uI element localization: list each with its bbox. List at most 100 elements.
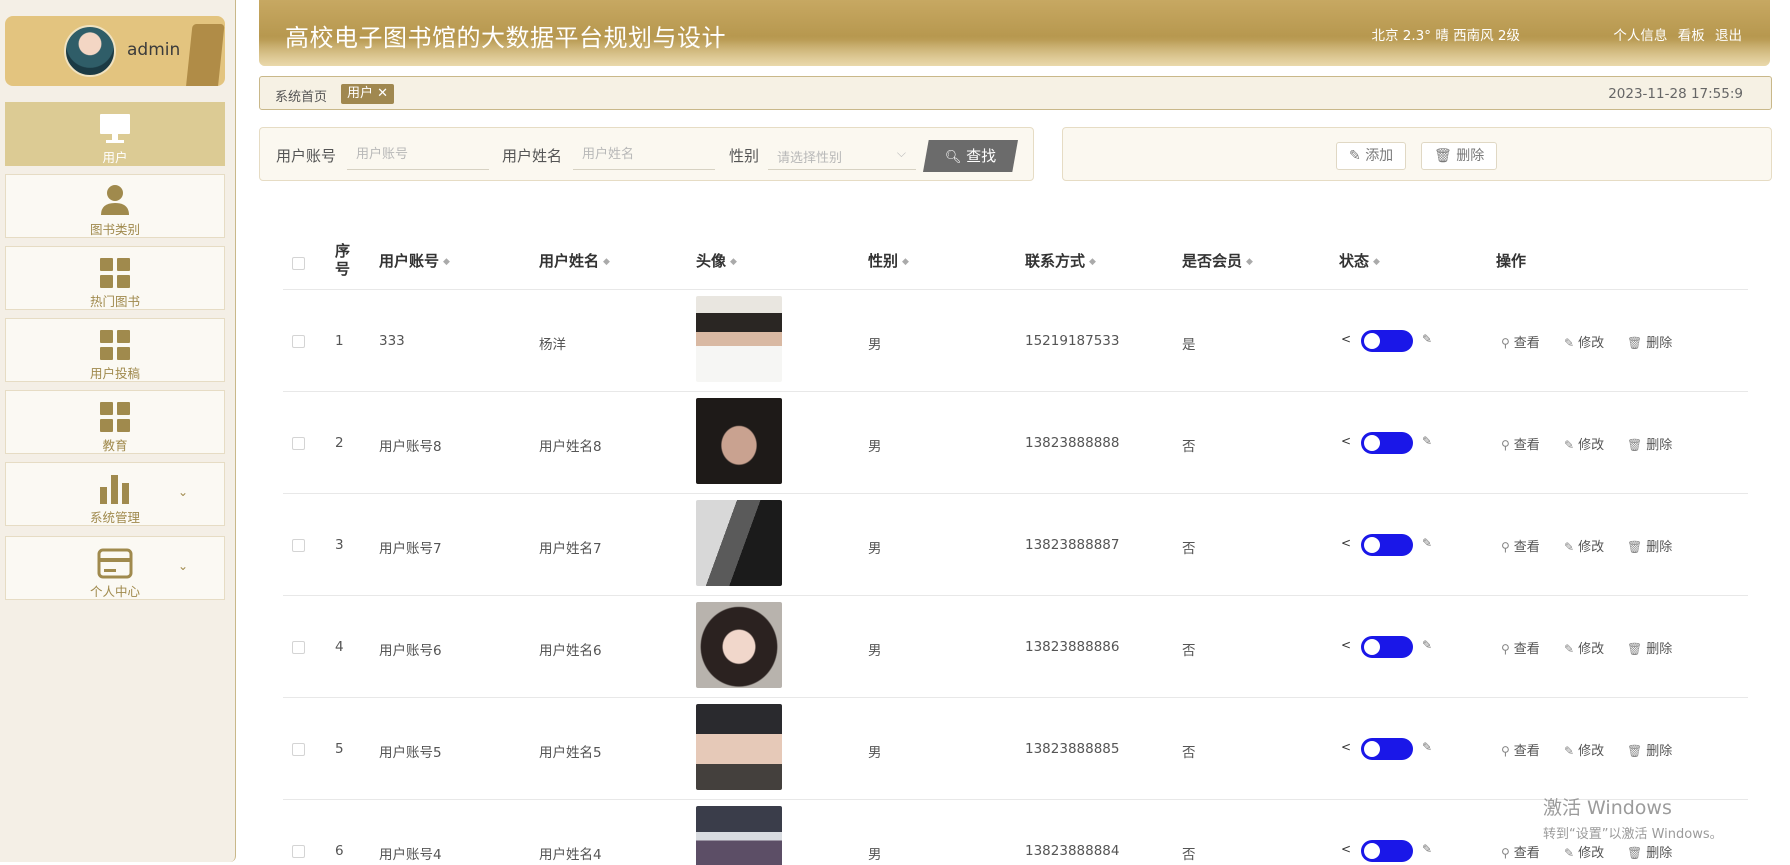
status-toggle[interactable] — [1361, 432, 1413, 454]
edit-icon: ✎ — [1564, 336, 1575, 350]
view-button[interactable]: ⚲ 查看 — [1501, 638, 1540, 657]
user-table: 序号 用户账号 ◆ 用户姓名 ◆ 头像 ◆ 性别 ◆ 联系方式 ◆ 是否会员 ◆ 状态 ◆ 操… — [283, 230, 1748, 865]
sort-icon[interactable]: ◆ — [1246, 257, 1253, 267]
avatar[interactable] — [64, 25, 116, 77]
gender-label: 性别 — [729, 147, 760, 165]
user-photo[interactable] — [696, 398, 782, 484]
delete-button[interactable]: 🗑︎ 删除 — [1627, 332, 1672, 351]
cell-phone: 13823888888 — [1025, 435, 1120, 451]
trash-icon: 🗑︎ — [1627, 642, 1643, 656]
delete-button[interactable]: 🗑︎ 删除 — [1627, 434, 1672, 453]
edit-button[interactable]: ✎ 修改 — [1564, 638, 1604, 657]
cell-account: 用户账号5 — [379, 745, 442, 761]
sidebar-item-label: 教育 — [102, 438, 128, 453]
status-toggle[interactable] — [1361, 636, 1413, 658]
batch-delete-button[interactable]: 🗑︎ 删除 — [1421, 142, 1498, 170]
header-gender[interactable]: 性别 ◆ — [868, 250, 909, 271]
add-button-label: 添加 — [1365, 148, 1394, 164]
sidebar-item-hot-books[interactable]: 热门图书 — [5, 246, 225, 310]
status-toggle[interactable] — [1361, 840, 1413, 862]
cell-phone: 13823888884 — [1025, 843, 1120, 859]
cell-account: 用户账号4 — [379, 847, 442, 863]
delete-button[interactable]: 🗑︎ 删除 — [1627, 536, 1672, 555]
account-input[interactable] — [347, 140, 489, 170]
delete-button[interactable]: 🗑︎ 删除 — [1627, 638, 1672, 657]
edit-button[interactable]: ✎ 修改 — [1564, 842, 1604, 861]
row-checkbox[interactable] — [292, 437, 305, 450]
header-avatar[interactable]: 头像 ◆ — [696, 250, 737, 271]
view-button[interactable]: ⚲ 查看 — [1501, 842, 1540, 861]
breadcrumb-home[interactable]: 系统首页 — [275, 86, 327, 105]
trash-icon: 🗑︎ — [1627, 744, 1643, 758]
add-button[interactable]: ✎ 添加 — [1336, 142, 1407, 170]
view-button[interactable]: ⚲ 查看 — [1501, 332, 1540, 351]
view-button[interactable]: ⚲ 查看 — [1501, 536, 1540, 555]
header-account[interactable]: 用户账号 ◆ — [379, 250, 450, 271]
cell-member: 是 — [1182, 337, 1196, 353]
sidebar-item-submissions[interactable]: 用户投稿 — [5, 318, 225, 382]
profile-link[interactable]: 个人信息 — [1613, 28, 1667, 44]
edit-button[interactable]: ✎ 修改 — [1564, 434, 1604, 453]
header-member[interactable]: 是否会员 ◆ — [1182, 250, 1253, 271]
user-photo[interactable] — [696, 296, 782, 382]
dashboard-link[interactable]: 看板 — [1678, 28, 1705, 44]
sort-icon[interactable]: ◆ — [603, 257, 610, 267]
header-status[interactable]: 状态 ◆ — [1339, 250, 1380, 271]
account-label: 用户账号 — [276, 147, 337, 165]
row-checkbox[interactable] — [292, 539, 305, 552]
edit-button[interactable]: ✎ 修改 — [1564, 740, 1604, 759]
view-button[interactable]: ⚲ 查看 — [1501, 740, 1540, 759]
gender-select[interactable]: 请选择性别 ⌵ — [768, 140, 916, 170]
user-photo[interactable] — [696, 602, 782, 688]
view-button[interactable]: ⚲ 查看 — [1501, 434, 1540, 453]
view-label: 查看 — [1513, 336, 1540, 351]
pencil-icon: ✎ — [1422, 740, 1433, 754]
user-photo[interactable] — [696, 704, 782, 790]
sidebar-item-users[interactable]: 用户 — [5, 102, 225, 166]
sort-icon[interactable]: ◆ — [1373, 257, 1380, 267]
search-button[interactable]: 🔍︎ 查找 — [923, 140, 1018, 172]
delete-button[interactable]: 🗑︎ 删除 — [1627, 842, 1672, 861]
sidebar-item-personal-center[interactable]: 个人中心 ⌄ — [5, 536, 225, 600]
header-phone[interactable]: 联系方式 ◆ — [1025, 250, 1096, 271]
sidebar-item-book-category[interactable]: 图书类别 — [5, 174, 225, 238]
magnifier-icon: ⚲ — [1501, 336, 1510, 350]
row-checkbox[interactable] — [292, 743, 305, 756]
sort-icon[interactable]: ◆ — [730, 257, 737, 267]
toggle-knob — [1364, 741, 1380, 757]
delete-button[interactable]: 🗑︎ 删除 — [1627, 740, 1672, 759]
sort-icon[interactable]: ◆ — [1089, 257, 1096, 267]
name-input[interactable] — [573, 140, 715, 170]
edit-label: 修改 — [1578, 336, 1605, 351]
watermark-line-1: 激活 Windows — [1543, 797, 1672, 819]
row-checkbox[interactable] — [292, 641, 305, 654]
header-account-label: 用户账号 — [379, 252, 440, 270]
logout-link[interactable]: 退出 — [1715, 28, 1742, 44]
sidebar-item-education[interactable]: 教育 — [5, 390, 225, 454]
status-toggle[interactable] — [1361, 738, 1413, 760]
status-toggle[interactable] — [1361, 534, 1413, 556]
sort-icon[interactable]: ◆ — [443, 257, 450, 267]
tab-users[interactable]: 用户 ✕ — [341, 84, 395, 104]
user-photo[interactable] — [696, 806, 782, 865]
cell-name: 用户姓名6 — [539, 643, 602, 659]
pencil-icon: ✎ — [1422, 842, 1433, 856]
edit-button[interactable]: ✎ 修改 — [1564, 536, 1604, 555]
cell-name: 杨洋 — [539, 337, 566, 353]
user-card: admin — [5, 16, 225, 86]
row-checkbox[interactable] — [292, 845, 305, 858]
delete-label: 删除 — [1646, 336, 1673, 351]
status-toggle[interactable] — [1361, 330, 1413, 352]
sidebar-item-system[interactable]: 系统管理 ⌄ — [5, 462, 225, 526]
user-photo[interactable] — [696, 500, 782, 586]
row-checkbox[interactable] — [292, 335, 305, 348]
edit-button[interactable]: ✎ 修改 — [1564, 332, 1604, 351]
sort-icon[interactable]: ◆ — [902, 257, 909, 267]
header-name[interactable]: 用户姓名 ◆ — [539, 250, 610, 271]
current-time: 2023-11-28 17:55:9 — [1608, 86, 1743, 102]
select-all-checkbox[interactable] — [292, 257, 305, 270]
header-status-label: 状态 — [1339, 252, 1370, 270]
person-icon — [97, 183, 133, 219]
edit-label: 修改 — [1578, 642, 1605, 657]
bar-chart-icon — [97, 471, 133, 507]
